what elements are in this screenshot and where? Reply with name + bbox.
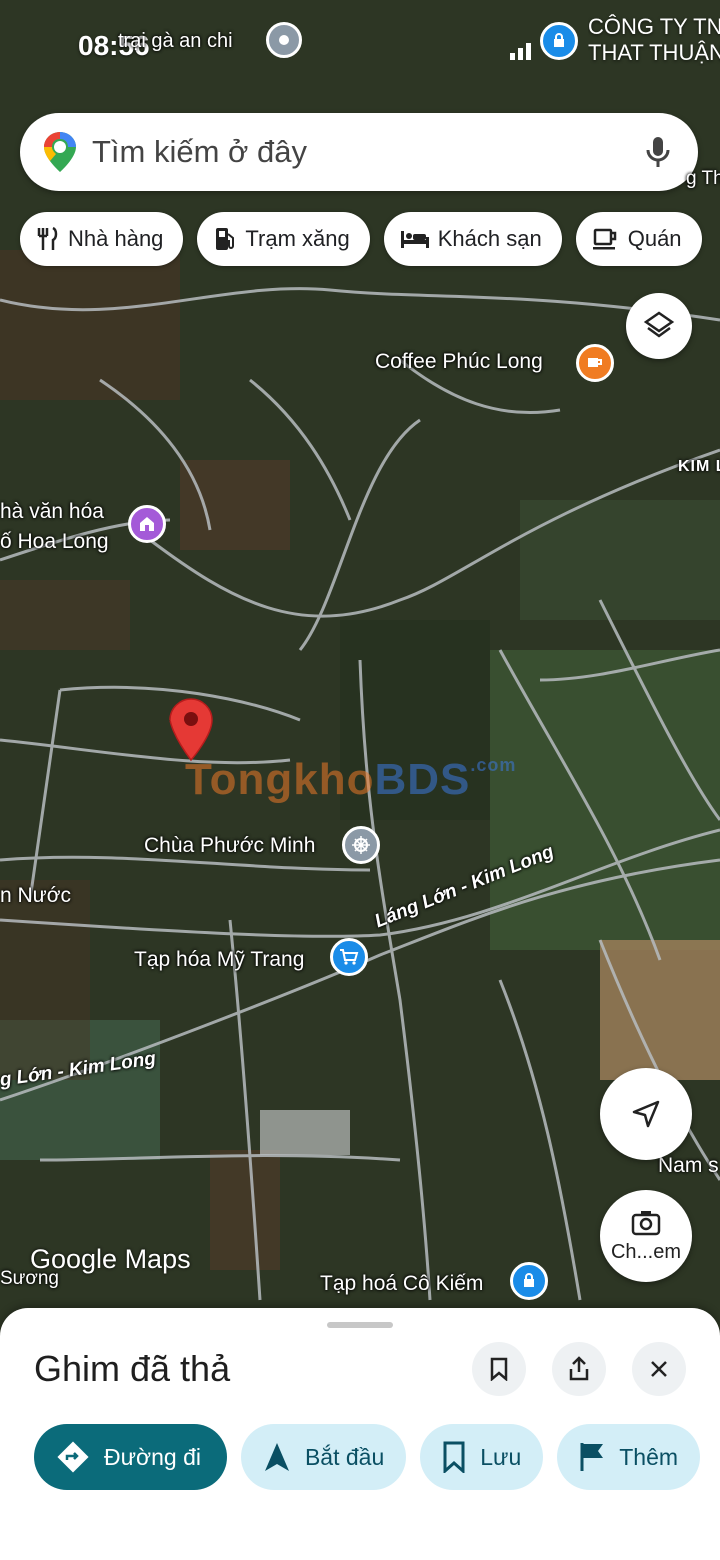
culture-house-poi-icon[interactable] bbox=[128, 505, 166, 543]
directions-icon bbox=[57, 1441, 89, 1473]
directions-label: Đường đi bbox=[104, 1443, 201, 1470]
area-label-thu: g Thủ bbox=[686, 168, 720, 189]
sheet-title: Ghim đã thả bbox=[34, 1348, 231, 1389]
layers-button[interactable] bbox=[626, 293, 692, 359]
chip-gas-stations[interactable]: Trạm xăng bbox=[197, 212, 370, 266]
shopping-cart-poi-icon[interactable] bbox=[330, 938, 368, 976]
flag-icon bbox=[580, 1443, 604, 1471]
close-button[interactable] bbox=[632, 1342, 686, 1396]
area-label-nuoc: n Nước bbox=[0, 884, 72, 907]
navigation-arrow-icon bbox=[632, 1100, 660, 1128]
category-chips: Nhà hàng Trạm xăng Khách sạn Quán bbox=[20, 212, 702, 266]
chip-cafes[interactable]: Quán bbox=[575, 212, 702, 266]
shop-poi-icon[interactable] bbox=[540, 22, 578, 60]
location-pin-icon bbox=[266, 22, 302, 58]
google-maps-branding: Google Maps bbox=[30, 1244, 191, 1274]
poi-label-my-trang-store[interactable]: Tạp hóa Mỹ Trang bbox=[134, 948, 304, 972]
poi-label-culture-house-line2[interactable]: ố Hoa Long bbox=[0, 530, 109, 554]
start-label: Bắt đầu bbox=[304, 1443, 385, 1470]
chip-label: Nhà hàng bbox=[68, 226, 164, 251]
poi-label-co-kiem-store[interactable]: Tạp hoá Cô Kiếm bbox=[320, 1272, 483, 1296]
chip-hotels[interactable]: Khách sạn bbox=[383, 212, 562, 266]
lens-label: Ch...em bbox=[610, 1240, 682, 1263]
close-icon bbox=[651, 1361, 667, 1377]
drag-handle[interactable] bbox=[327, 1322, 393, 1328]
my-location-button[interactable] bbox=[600, 1068, 692, 1160]
save-icon-button[interactable] bbox=[472, 1342, 526, 1396]
search-input[interactable]: Tìm kiếm ở đây bbox=[92, 134, 646, 170]
carrier-text: CÔNG TY TN THAT THUẬN bbox=[588, 14, 720, 65]
navigation-arrow-icon bbox=[264, 1443, 289, 1471]
poi-label-culture-house-line1[interactable]: hà văn hóa bbox=[0, 500, 104, 524]
chip-restaurants[interactable]: Nhà hàng bbox=[20, 212, 184, 266]
cafe-icon bbox=[592, 228, 616, 250]
more-label: Thêm bbox=[619, 1443, 679, 1470]
save-label: Lưu bbox=[480, 1443, 522, 1470]
chip-label: Khách sạn bbox=[437, 226, 542, 251]
bookmark-icon bbox=[490, 1357, 508, 1381]
coffee-poi-icon[interactable] bbox=[576, 344, 614, 382]
lens-button[interactable]: Ch...em bbox=[600, 1190, 692, 1282]
google-maps-logo-icon bbox=[42, 130, 78, 174]
notification-text: trại gà an chi bbox=[118, 30, 233, 52]
layers-icon bbox=[643, 311, 675, 338]
more-button[interactable]: Thêm bbox=[557, 1424, 701, 1490]
restaurant-icon bbox=[37, 226, 58, 250]
start-button[interactable]: Bắt đầu bbox=[240, 1424, 407, 1490]
place-bottom-sheet[interactable]: Ghim đã thả Đường đi Bắt đầu Lưu Thêm bbox=[0, 1308, 720, 1560]
directions-button[interactable]: Đường đi bbox=[34, 1424, 227, 1490]
gas-station-icon bbox=[216, 228, 235, 250]
search-bar[interactable]: Tìm kiếm ở đây bbox=[20, 113, 698, 191]
microphone-icon[interactable] bbox=[646, 135, 670, 169]
bookmark-icon bbox=[443, 1441, 465, 1473]
watermark: TongkhoBDS.com bbox=[185, 755, 517, 804]
share-icon-button[interactable] bbox=[552, 1342, 606, 1396]
signal-icon bbox=[510, 40, 540, 65]
chip-label: Trạm xăng bbox=[245, 226, 350, 251]
share-icon bbox=[569, 1356, 589, 1381]
chip-label: Quán bbox=[627, 226, 682, 251]
hotel-icon bbox=[400, 231, 429, 248]
poi-label-pagoda[interactable]: Chùa Phước Minh bbox=[144, 834, 315, 858]
poi-label-coffee[interactable]: Coffee Phúc Long bbox=[375, 350, 543, 374]
pagoda-poi-icon[interactable] bbox=[342, 826, 380, 864]
camera-search-icon bbox=[631, 1210, 661, 1235]
store-poi-icon[interactable] bbox=[510, 1262, 548, 1300]
action-row: Đường đi Bắt đầu Lưu Thêm bbox=[34, 1424, 701, 1490]
area-label-kim: KIM L bbox=[678, 458, 720, 475]
save-button[interactable]: Lưu bbox=[420, 1424, 544, 1490]
area-label-nam: Nam s bbox=[658, 1154, 719, 1177]
